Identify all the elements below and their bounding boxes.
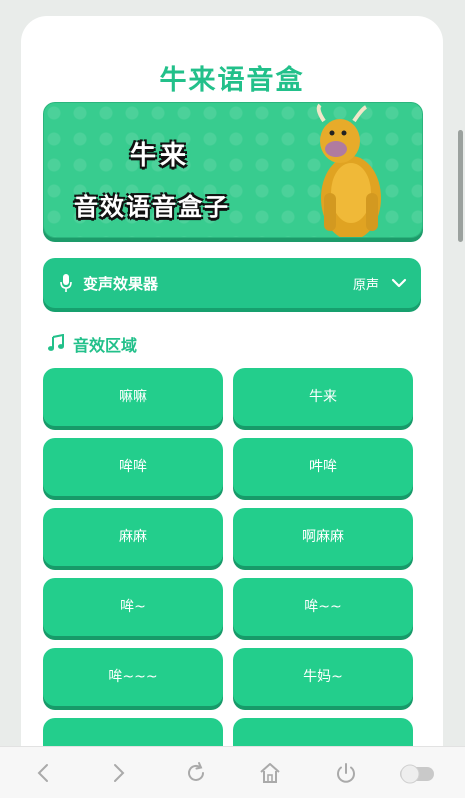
voice-changer-select[interactable]: 变声效果器 原声 — [43, 258, 421, 308]
voice-changer-value: 原声 — [352, 278, 379, 293]
bull-character-image — [316, 103, 381, 237]
sound-button[interactable]: 哞~~ — [233, 578, 413, 636]
sound-button[interactable]: 哞哞 — [43, 438, 223, 496]
sound-section-header: 音效区域 — [47, 332, 137, 356]
sound-button[interactable]: 哞~~~ — [43, 648, 223, 706]
banner-title: 牛来 — [130, 141, 191, 171]
browser-bottom-bar — [0, 746, 465, 798]
power-icon[interactable] — [334, 761, 358, 785]
home-icon[interactable] — [258, 761, 282, 785]
banner-subtitle: 音效语音盒子 — [74, 193, 230, 221]
refresh-icon[interactable] — [184, 761, 208, 785]
sound-button[interactable]: 牛妈~ — [233, 648, 413, 706]
sound-button[interactable]: 哞~ — [43, 578, 223, 636]
voice-changer-label: 变声效果器 — [83, 275, 159, 293]
chevron-down-icon[interactable] — [391, 275, 407, 291]
forward-icon[interactable] — [106, 761, 130, 785]
back-icon[interactable] — [32, 761, 56, 785]
sound-button[interactable]: 吽哞 — [233, 438, 413, 496]
music-note-icon — [48, 333, 64, 351]
app-title: 牛来语音盒 — [159, 65, 305, 96]
sound-button[interactable]: 牛来 — [233, 368, 413, 426]
scrollbar-thumb[interactable] — [458, 130, 463, 242]
app-card: 牛来语音盒 牛来 音效语音盒子 变声效果器 原声 音效区域 嘛嘛 牛来 哞哞 吽… — [21, 16, 443, 776]
banner: 牛来 音效语音盒子 — [43, 102, 423, 238]
toggle-icon[interactable] — [398, 761, 438, 785]
sound-button[interactable]: 嘛嘛 — [43, 368, 223, 426]
sound-button[interactable]: 麻麻 — [43, 508, 223, 566]
sound-section-title: 音效区域 — [73, 336, 138, 355]
sound-button[interactable]: 啊麻麻 — [233, 508, 413, 566]
microphone-icon — [60, 274, 72, 292]
